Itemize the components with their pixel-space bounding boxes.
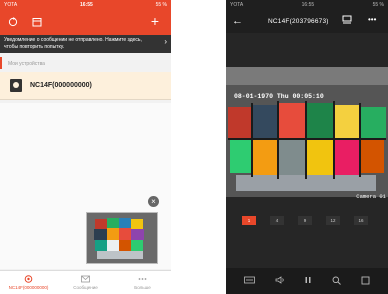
device-name: NC14F(000000000) [30,82,92,89]
camera-label: Camera 01 [356,193,386,200]
speaker-icon[interactable] [275,276,285,286]
nav-label-devices: NC14F(000000000) [8,285,49,290]
split-screen-selector: 1 4 9 12 16 [242,216,388,225]
top-bar: + [0,9,171,35]
nav-tab-messages[interactable]: Сообщение [57,271,114,294]
chevron-right-icon: › [164,37,167,46]
fullscreen-icon[interactable] [361,276,370,287]
zoom-search-icon[interactable] [332,276,342,287]
clock-text-dark: 16:55 [301,1,315,8]
refresh-icon[interactable] [8,17,18,27]
device-list-screen: YOTA 16:55 55 % + Уведомление о сообщени… [0,0,171,294]
message-icon [81,275,90,283]
carrier-text-dark: YOTA [230,1,244,8]
add-device-button[interactable]: + [151,14,159,28]
quality-icon[interactable] [243,276,255,286]
live-video-feed[interactable] [226,67,388,197]
video-timestamp: 08-01-1970 Thu 00:05:10 [234,93,324,100]
live-view-top-bar: ← NC14F(203796673) ••• [226,9,388,33]
bottom-navigation: NC14F(000000000) Сообщение Больше [0,270,171,294]
playback-control-bar [226,268,388,294]
live-view-title: NC14F(203796673) [268,17,329,25]
pause-icon[interactable] [304,276,312,286]
split-option-16[interactable]: 16 [354,216,368,225]
status-bar: YOTA 16:55 55 % [0,0,171,9]
split-option-4[interactable]: 4 [270,216,284,225]
split-option-1[interactable]: 1 [242,216,256,225]
camera-device-icon [10,79,22,92]
camera-tab-icon [24,275,33,283]
floating-preview-window[interactable] [86,212,158,264]
nav-tab-devices[interactable]: NC14F(000000000) [0,271,57,294]
recorder-icon[interactable] [342,15,352,26]
live-view-screen: YOTA 16:55 55 % ← NC14F(203796673) ••• 0… [226,0,388,294]
split-option-12[interactable]: 12 [326,216,340,225]
carrier-text: YOTA [4,1,18,8]
nav-label-messages: Сообщение [73,285,98,290]
battery-text-dark: 55 % [372,1,384,8]
notification-banner[interactable]: Уведомление о сообщении не отправлено. Н… [0,35,171,53]
more-options-icon[interactable]: ••• [368,15,376,24]
back-arrow-icon[interactable]: ← [232,15,246,27]
clock-text: 16:55 [80,1,93,8]
nav-label-more: Больше [134,285,151,290]
battery-text: 55 % [155,1,167,8]
section-label: Мои устройства [0,57,171,69]
split-option-9[interactable]: 9 [298,216,312,225]
notice-text: Уведомление о сообщении не отправлено. Н… [4,37,142,50]
screenshot-canvas: YOTA 16:55 55 % + Уведомление о сообщени… [0,0,388,294]
playback-calendar-icon[interactable] [32,17,42,27]
close-preview-icon[interactable]: × [148,196,159,207]
more-dots-icon [138,278,147,280]
status-bar-dark: YOTA 16:55 55 % [226,0,388,9]
nav-tab-more[interactable]: Больше [114,271,171,294]
device-list-item[interactable]: NC14F(000000000) [0,72,171,100]
